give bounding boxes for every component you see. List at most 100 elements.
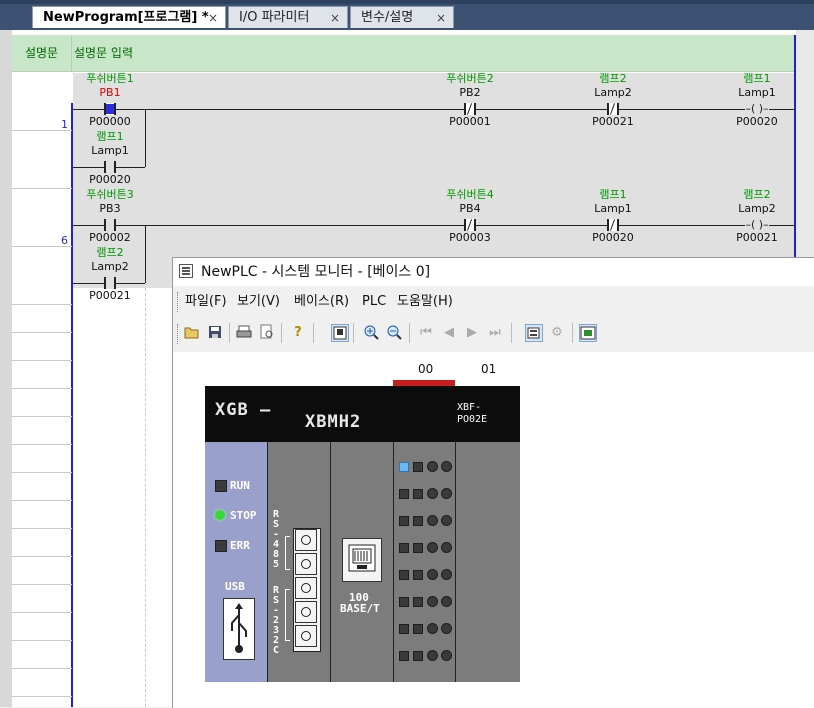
menu-help[interactable]: 도움말(H) xyxy=(397,288,453,316)
usb-icon xyxy=(223,598,255,660)
rung-wire xyxy=(73,225,794,226)
contact-comment: 푸쉬버튼1 xyxy=(86,72,134,85)
io-terminal xyxy=(441,515,452,526)
coil-name: Lamp2 xyxy=(738,202,776,215)
io-led xyxy=(413,570,423,580)
comment-label: 설명문 xyxy=(12,35,72,71)
serial-port[interactable] xyxy=(295,601,317,623)
serial-port[interactable] xyxy=(295,553,317,575)
menu-base[interactable]: 베이스(R) xyxy=(294,288,349,316)
contact-lamp2-seal[interactable] xyxy=(104,277,116,289)
zoom-in-icon[interactable] xyxy=(362,324,380,342)
io-terminal xyxy=(441,542,452,553)
contact-pb1[interactable] xyxy=(104,103,116,115)
gutter-line xyxy=(12,332,72,333)
base-info-icon[interactable] xyxy=(579,324,597,342)
io-terminal xyxy=(441,623,452,634)
window-title: NewPLC - 시스템 모니터 - [베이스 0] xyxy=(201,264,431,280)
plc-model: XBMH2 xyxy=(305,412,362,432)
close-icon[interactable]: × xyxy=(436,7,446,29)
toolbar-separator xyxy=(409,323,410,343)
contact-pb4[interactable] xyxy=(464,219,476,231)
plc-header: XGB — XBMH2 XBF- PO02E xyxy=(205,386,520,442)
serial-port[interactable] xyxy=(295,529,317,551)
contact-name: Lamp1 xyxy=(594,202,632,215)
contact-address: P00021 xyxy=(89,289,131,302)
rung-background xyxy=(73,73,794,288)
contact-comment: 램프1 xyxy=(599,188,627,201)
plc-base[interactable]: XGB — XBMH2 XBF- PO02E RUN STOP ERR USB xyxy=(205,380,520,682)
io-led xyxy=(399,543,409,553)
gutter-line xyxy=(12,360,72,361)
io-terminal xyxy=(441,488,452,499)
io-led xyxy=(399,570,409,580)
io-led xyxy=(399,462,409,472)
comment-text[interactable]: 설명문 입력 xyxy=(74,35,133,71)
first-icon[interactable]: ⏮ xyxy=(417,324,435,342)
tab-label: NewProgram[프로그램] * xyxy=(43,10,209,25)
tab-label: 변수/설명 xyxy=(361,10,414,25)
open-icon[interactable] xyxy=(183,324,201,342)
menu-file[interactable]: 파일(F) xyxy=(185,288,227,316)
io-terminal xyxy=(427,650,438,661)
contact-lamp2[interactable] xyxy=(607,103,619,115)
contact-pb2[interactable] xyxy=(464,103,476,115)
coil-lamp1[interactable]: –( )– xyxy=(745,103,769,115)
module-info-icon[interactable] xyxy=(525,324,543,342)
contact-lamp1[interactable] xyxy=(607,219,619,231)
last-icon[interactable]: ⏭ xyxy=(486,324,504,342)
coil-address: P00020 xyxy=(736,115,778,128)
prev-icon[interactable]: ◀ xyxy=(440,324,458,342)
base-view[interactable]: 00 01 XGB — XBMH2 XBF- PO02E RUN STOP ER… xyxy=(173,352,814,708)
serial-port[interactable] xyxy=(295,625,317,647)
monitor-icon[interactable] xyxy=(331,324,349,342)
print-preview-icon[interactable] xyxy=(258,324,276,342)
contact-address: P00003 xyxy=(449,231,491,244)
ethernet-port[interactable] xyxy=(342,538,382,582)
contact-address: P00020 xyxy=(592,231,634,244)
tab-variables[interactable]: 변수/설명 × xyxy=(350,6,454,28)
io-terminal xyxy=(427,623,438,634)
menu-grip xyxy=(177,292,181,312)
system-monitor-window[interactable]: NewPLC - 시스템 모니터 - [베이스 0] 파일(F) 보기(V) 베… xyxy=(172,257,814,708)
ladder-left-margin xyxy=(0,30,12,707)
close-icon[interactable]: × xyxy=(208,7,218,29)
slot-number: 01 xyxy=(481,362,497,376)
print-icon[interactable] xyxy=(235,324,253,342)
title-bar[interactable]: NewPLC - 시스템 모니터 - [베이스 0] xyxy=(173,258,814,286)
io-led xyxy=(413,624,423,634)
serial-port[interactable] xyxy=(295,577,317,599)
contact-lamp1-seal[interactable] xyxy=(104,161,116,173)
next-icon[interactable]: ▶ xyxy=(463,324,481,342)
close-icon[interactable]: × xyxy=(330,7,340,29)
save-icon[interactable] xyxy=(206,324,224,342)
module-divider xyxy=(267,442,268,682)
io-module[interactable] xyxy=(455,442,520,682)
gutter-line xyxy=(12,304,72,305)
gutter-line xyxy=(12,528,72,529)
io-terminal xyxy=(427,515,438,526)
coil-lamp2[interactable]: –( )– xyxy=(745,219,769,231)
tab-newprogram[interactable]: NewProgram[프로그램] * × xyxy=(32,6,226,28)
io-sync-icon[interactable]: ⚙ xyxy=(548,324,566,342)
io-led xyxy=(399,597,409,607)
zoom-out-icon[interactable] xyxy=(385,324,403,342)
contact-pb3[interactable] xyxy=(104,219,116,231)
menu-bar: 파일(F) 보기(V) 베이스(R) PLC 도움말(H) xyxy=(173,288,814,316)
tab-io-parameter[interactable]: I/O 파라미터 × xyxy=(228,6,348,28)
menu-view[interactable]: 보기(V) xyxy=(237,288,280,316)
rs485-label: RS-485 xyxy=(272,509,280,570)
module-divider xyxy=(393,442,394,682)
gutter-line xyxy=(12,640,72,641)
help-icon[interactable]: ? xyxy=(289,324,307,342)
err-led xyxy=(215,540,227,552)
io-module-label: XBF- PO02E xyxy=(457,402,488,425)
io-terminal xyxy=(441,650,452,661)
slot-number: 00 xyxy=(418,362,434,376)
io-led xyxy=(413,597,423,607)
err-label: ERR xyxy=(230,539,250,552)
menu-plc[interactable]: PLC xyxy=(362,288,386,316)
stop-label: STOP xyxy=(230,509,257,522)
row-number-gutter xyxy=(12,30,72,707)
bracket xyxy=(285,536,290,570)
